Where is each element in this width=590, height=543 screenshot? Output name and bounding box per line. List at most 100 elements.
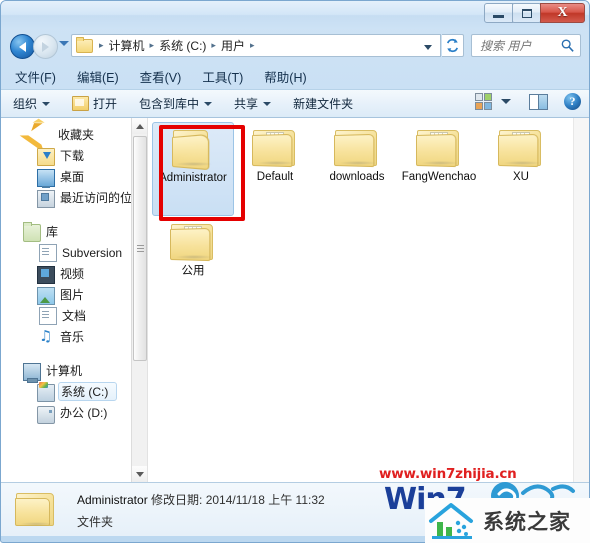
sidebar-item-favorites[interactable]: 收藏夹 xyxy=(1,118,147,153)
help-icon[interactable]: ? xyxy=(564,93,581,110)
file-label: Administrator xyxy=(159,172,227,184)
sidebar-item-office-d[interactable]: 办公 (D:) xyxy=(1,402,147,424)
details-text: Administrator 修改日期: 2014/11/18 上午 11:32 … xyxy=(77,491,325,530)
search-box[interactable] xyxy=(471,34,581,57)
search-input[interactable] xyxy=(478,37,564,54)
menu-item-tools[interactable]: 工具(T) xyxy=(202,67,243,86)
sidebar-item-documents[interactable]: 文档 xyxy=(1,305,147,326)
watermark-brand-badge: 系统之家 xyxy=(425,498,590,543)
open-folder-icon xyxy=(72,96,90,111)
maximize-button[interactable] xyxy=(512,3,541,23)
sidebar-item-music[interactable]: ♫ 音乐 xyxy=(1,326,147,347)
close-icon: X xyxy=(557,5,568,20)
sidebar-item-subversion[interactable]: Subversion xyxy=(1,242,147,263)
folder-icon xyxy=(498,128,544,168)
preview-pane-button[interactable] xyxy=(529,93,548,110)
folder-icon xyxy=(76,36,93,53)
maximize-icon xyxy=(521,8,532,18)
command-bar: 组织 打开 包含到库中 共享 新建文件夹 ? xyxy=(1,89,589,118)
breadcrumb-users[interactable]: 用户 xyxy=(219,37,247,54)
sidebar-label-libraries: 库 xyxy=(46,225,59,239)
file-label: FangWenchao xyxy=(401,171,477,183)
chevron-down-icon xyxy=(42,101,51,106)
chevron-down-icon xyxy=(136,471,144,477)
search-icon xyxy=(560,38,575,58)
breadcrumb-separator-3[interactable]: ▸ xyxy=(247,40,258,51)
breadcrumb-separator-1[interactable]: ▸ xyxy=(147,40,158,51)
organize-label: 组织 xyxy=(13,97,38,111)
preview-pane-right xyxy=(538,94,547,109)
computer-icon xyxy=(23,362,41,383)
sidebar-item-computer[interactable]: 计算机 xyxy=(1,360,147,383)
file-item-default[interactable]: Default xyxy=(234,122,316,216)
sidebar-item-recent-places[interactable]: 最近访问的位置 xyxy=(1,187,147,208)
close-button[interactable]: X xyxy=(540,3,585,23)
sidebar-item-videos[interactable]: 视频 xyxy=(1,263,147,284)
sidebar-item-system-c[interactable]: 系统 (C:) xyxy=(1,381,147,402)
menu-item-view[interactable]: 查看(V) xyxy=(140,67,182,86)
arrow-left-icon xyxy=(19,41,26,52)
sidebar-item-libraries[interactable]: 库 xyxy=(1,221,147,242)
breadcrumb[interactable]: ▸ 计算机 ▸ 系统 (C:) ▸ 用户 ▸ xyxy=(71,34,441,57)
sidebar-label-pictures: 图片 xyxy=(60,288,85,302)
open-button[interactable]: 打开 xyxy=(72,95,117,112)
arrow-right-icon xyxy=(42,41,49,52)
folder-icon xyxy=(170,129,216,171)
file-list-scrollbar[interactable] xyxy=(573,118,589,482)
breadcrumb-separator-0[interactable]: ▸ xyxy=(96,40,107,51)
folder-icon xyxy=(15,491,55,527)
include-in-library-button[interactable]: 包含到库中 xyxy=(139,95,213,112)
sidebar-divider-2 xyxy=(1,347,147,360)
recent-places-icon xyxy=(37,189,55,208)
file-item-xu[interactable]: XU xyxy=(480,122,562,216)
menu-item-edit[interactable]: 编辑(E) xyxy=(77,67,119,86)
navigation-pane: 收藏夹 下载 桌面 最近访问的位置 库 Subversion 视频 图片 文档 … xyxy=(1,118,147,482)
forward-button[interactable] xyxy=(33,34,58,59)
file-label: Default xyxy=(256,171,294,183)
sidebar-item-downloads[interactable]: 下载 xyxy=(1,145,147,166)
chevron-down-icon[interactable] xyxy=(424,45,432,50)
file-list-pane[interactable]: Administrator Default downloads FangWenc… xyxy=(147,118,589,482)
navigation-scrollbar[interactable] xyxy=(131,118,147,482)
file-item-downloads[interactable]: downloads xyxy=(316,122,398,216)
file-item-public[interactable]: 公用 xyxy=(152,216,234,310)
title-bar: X xyxy=(1,1,589,29)
change-view-icon[interactable] xyxy=(475,93,492,110)
scrollbar-thumb[interactable] xyxy=(133,136,147,361)
scroll-down-button[interactable] xyxy=(132,466,147,482)
sidebar-label-documents: 文档 xyxy=(62,309,87,323)
file-label: downloads xyxy=(329,171,385,183)
file-item-administrator[interactable]: Administrator xyxy=(152,122,234,216)
file-label: XU xyxy=(513,171,529,183)
breadcrumb-computer[interactable]: 计算机 xyxy=(107,37,147,54)
menu-item-help[interactable]: 帮助(H) xyxy=(264,67,306,86)
scroll-up-button[interactable] xyxy=(132,118,147,134)
command-bar-right: ? xyxy=(475,93,581,110)
sidebar-item-desktop[interactable]: 桌面 xyxy=(1,166,147,188)
sidebar-item-pictures[interactable]: 图片 xyxy=(1,284,147,305)
sidebar-label-desktop: 桌面 xyxy=(60,170,85,184)
share-button[interactable]: 共享 xyxy=(234,95,272,112)
new-folder-button[interactable]: 新建文件夹 xyxy=(293,95,353,112)
open-label: 打开 xyxy=(93,97,118,111)
refresh-button[interactable] xyxy=(442,34,464,57)
folder-icon xyxy=(252,128,298,168)
recent-pages-dropdown-icon[interactable] xyxy=(59,41,69,46)
breadcrumb-separator-2[interactable]: ▸ xyxy=(208,40,219,51)
back-button[interactable] xyxy=(10,34,35,59)
menu-item-file[interactable]: 文件(F) xyxy=(15,67,56,86)
details-line-1: Administrator 修改日期: 2014/11/18 上午 11:32 xyxy=(77,491,325,508)
document-icon xyxy=(39,244,57,262)
menu-bar: 文件(F) 编辑(E) 查看(V) 工具(T) 帮助(H) xyxy=(1,63,589,89)
view-tile-2 xyxy=(484,93,492,101)
sidebar-divider-1 xyxy=(1,208,147,221)
view-tile-3 xyxy=(475,102,483,110)
organize-button[interactable]: 组织 xyxy=(13,95,51,112)
view-tile-1 xyxy=(475,93,483,101)
file-item-fangwenchao[interactable]: FangWenchao xyxy=(398,122,480,216)
sidebar-label-videos: 视频 xyxy=(60,267,85,281)
breadcrumb-system-c[interactable]: 系统 (C:) xyxy=(157,37,208,54)
folder-icon xyxy=(416,128,462,168)
chevron-down-icon[interactable] xyxy=(501,99,511,104)
minimize-button[interactable] xyxy=(484,3,513,23)
